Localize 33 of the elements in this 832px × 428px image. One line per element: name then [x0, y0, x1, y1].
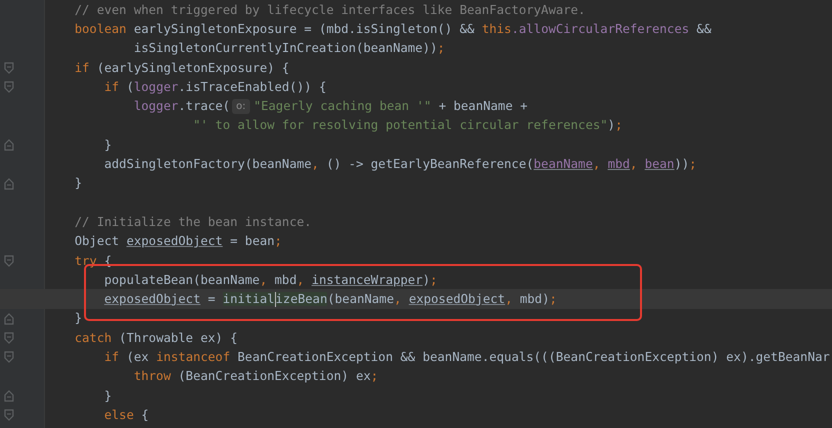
code-text: catch (Throwable ex) { [74, 330, 238, 345]
fold-icon[interactable] [4, 390, 14, 402]
parameter-hint: o: [232, 98, 250, 114]
code-text: boolean earlySingletonExposure = (mbd.isSingleton() && this.allowCircularReferences && [74, 22, 712, 36]
code-text: if (logger.isTraceEnabled()) { [103, 80, 326, 94]
code-text: } [103, 388, 112, 403]
fold-icon[interactable] [4, 409, 14, 422]
code-text: addSingletonFactory(beanName, () -> getEarlyBeanReference(beanName, mbd, bean)); [103, 157, 697, 172]
code-text: Object exposedObject = bean; [74, 234, 282, 248]
code-text: "Eagerly caching bean '" + beanName + [254, 99, 528, 114]
code-text: // Initialize the bean instance. [74, 214, 312, 229]
fold-icon[interactable] [4, 332, 14, 344]
code-text: exposedObject = initial izeBean(beanName, exposedObject, mbd); [103, 292, 557, 307]
code-text: isSingletonCurrentlyInCreation(beanName)); [132, 41, 445, 56]
fold-icon[interactable] [4, 62, 14, 74]
code-text: } [74, 176, 82, 190]
code-text: } [74, 311, 82, 326]
code-text: logger.trace( [132, 99, 230, 114]
code-text: } [103, 138, 112, 152]
fold-icon[interactable] [4, 178, 14, 190]
code-text: if (ex instanceof BeanCreationException && beanName.equals(((BeanCreationException) ex).getBeanNar [103, 350, 830, 364]
fold-icon[interactable] [4, 312, 14, 325]
text-caret [274, 292, 276, 307]
fold-icon[interactable] [4, 139, 14, 152]
fold-icon[interactable] [4, 351, 14, 364]
code-text: else { [103, 408, 149, 422]
fold-icon[interactable] [4, 254, 14, 267]
code-text: throw (BeanCreationException) ex; [132, 369, 378, 384]
code-text: "' to allow for resolving potential circular references"); [192, 118, 622, 132]
code-text: if (earlySingletonExposure) { [74, 60, 290, 75]
code-text: populateBean(beanName, mbd, instanceWrapper); [103, 272, 438, 287]
code-text: // even when triggered by lifecycle interfaces like BeanFactoryAware. [74, 2, 586, 17]
fold-icon[interactable] [4, 81, 14, 94]
